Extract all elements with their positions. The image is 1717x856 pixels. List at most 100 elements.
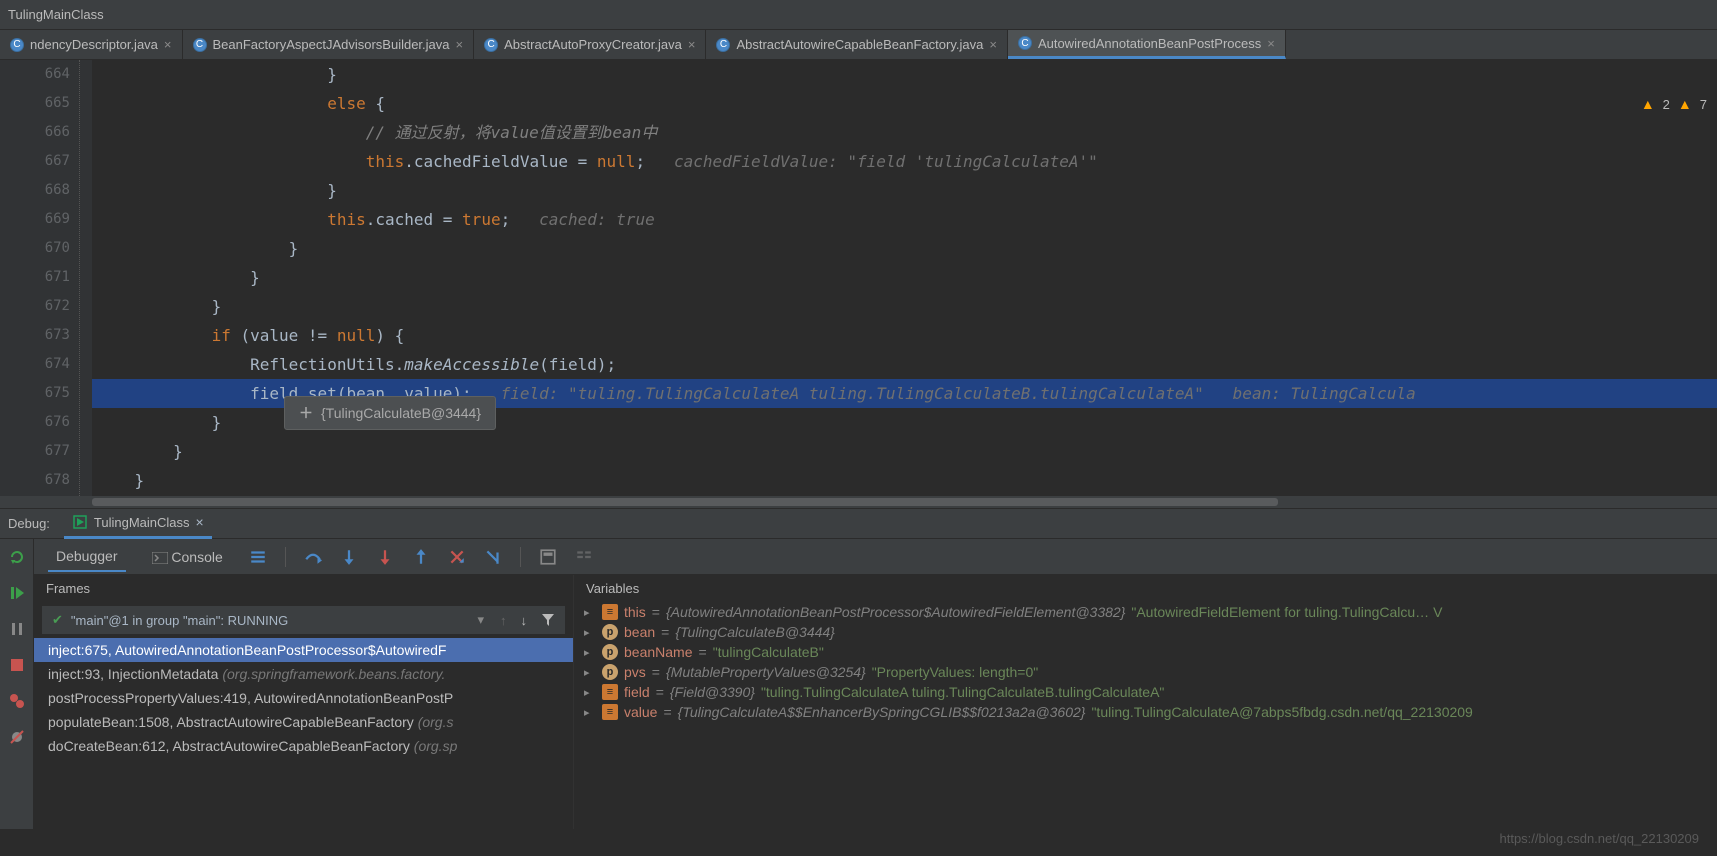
variable-row[interactable]: ▸p bean = {TulingCalculateB@3444} — [574, 622, 1717, 642]
view-breakpoints-icon[interactable] — [9, 693, 25, 709]
step-out-icon[interactable] — [412, 548, 430, 566]
rerun-icon[interactable] — [9, 549, 25, 565]
expand-icon[interactable]: ▸ — [584, 606, 596, 619]
variable-row[interactable]: ▸≡ value = {TulingCalculateA$$EnhancerBy… — [574, 702, 1717, 722]
code-line[interactable]: } — [92, 437, 1717, 466]
thread-selector[interactable]: ✔ "main"@1 in group "main": RUNNING ▾ ↑ … — [42, 606, 565, 634]
class-icon: C — [193, 38, 207, 52]
step-into-icon[interactable] — [340, 548, 358, 566]
code-line[interactable]: } — [92, 234, 1717, 263]
variable-badge: ≡ — [602, 684, 618, 700]
warning-icon: ▲ — [1641, 96, 1655, 112]
variable-row[interactable]: ▸p beanName = "tulingCalculateB" — [574, 642, 1717, 662]
file-tab[interactable]: C AbstractAutoProxyCreator.java × — [474, 30, 706, 59]
class-icon: C — [716, 38, 730, 52]
tab-label: AutowiredAnnotationBeanPostProcess — [1038, 36, 1261, 51]
code-line[interactable]: // 通过反射，将value值设置到bean中 — [92, 118, 1717, 147]
watermark: https://blog.csdn.net/qq_22130209 — [1500, 831, 1700, 846]
close-icon[interactable]: × — [196, 514, 204, 530]
frame-list[interactable]: inject:675, AutowiredAnnotationBeanPostP… — [34, 638, 573, 758]
file-tab[interactable]: C AbstractAutowireCapableBeanFactory.java… — [706, 30, 1007, 59]
stack-frame[interactable]: inject:675, AutowiredAnnotationBeanPostP… — [34, 638, 573, 662]
value-tooltip: ＋ {TulingCalculateB@3444} — [284, 396, 496, 430]
filter-icon[interactable] — [541, 613, 555, 627]
close-icon[interactable]: × — [688, 37, 696, 52]
drop-frame-icon[interactable] — [448, 548, 466, 566]
variable-row[interactable]: ▸≡ this = {AutowiredAnnotationBeanPostPr… — [574, 602, 1717, 622]
code-line[interactable]: } — [92, 176, 1717, 205]
expand-icon[interactable]: ▸ — [584, 626, 596, 639]
expand-icon[interactable]: ▸ — [584, 646, 596, 659]
class-icon: C — [484, 38, 498, 52]
step-over-icon[interactable] — [304, 548, 322, 566]
dropdown-icon[interactable]: ▾ — [477, 612, 484, 628]
expand-icon[interactable]: ▸ — [584, 706, 596, 719]
code-line[interactable]: this.cached = true; cached: true — [92, 205, 1717, 234]
mute-breakpoints-icon[interactable] — [9, 729, 25, 745]
variable-row[interactable]: ▸p pvs = {MutablePropertyValues@3254} "P… — [574, 662, 1717, 682]
next-frame-icon[interactable]: ↓ — [521, 613, 528, 628]
file-tab[interactable]: CndencyDescriptor.java× — [0, 30, 183, 59]
tooltip-text: {TulingCalculateB@3444} — [321, 405, 481, 421]
prev-frame-icon[interactable]: ↑ — [500, 613, 507, 628]
frames-panel: Frames ✔ "main"@1 in group "main": RUNNI… — [34, 575, 574, 829]
variable-name: bean — [624, 624, 655, 640]
variable-list[interactable]: ▸≡ this = {AutowiredAnnotationBeanPostPr… — [574, 602, 1717, 829]
variable-row[interactable]: ▸≡ field = {Field@3390} "tuling.TulingCa… — [574, 682, 1717, 702]
force-step-into-icon[interactable] — [376, 548, 394, 566]
stop-icon[interactable] — [9, 657, 25, 673]
horizontal-scrollbar[interactable] — [0, 496, 1717, 508]
code-line[interactable]: this.cachedFieldValue = null; cachedFiel… — [92, 147, 1717, 176]
code-editor[interactable]: 6646656666676686696706716726736746756766… — [0, 60, 1717, 496]
stack-frame[interactable]: populateBean:1508, AbstractAutowireCapab… — [34, 710, 573, 734]
class-icon: C — [1018, 36, 1032, 50]
run-config-icon — [72, 514, 88, 530]
threads-icon[interactable] — [249, 548, 267, 566]
code-line[interactable]: else { — [92, 89, 1717, 118]
expand-icon[interactable]: ▸ — [584, 686, 596, 699]
code-line[interactable]: } — [92, 292, 1717, 321]
code-line[interactable]: if (value != null) { — [92, 321, 1717, 350]
resume-icon[interactable] — [9, 585, 25, 601]
editor-tabs: CndencyDescriptor.java × C BeanFactoryAspec… — [0, 30, 1717, 60]
close-icon[interactable]: × — [164, 37, 172, 52]
code-area[interactable]: } else { // 通过反射，将value值设置到bean中 this.ca… — [92, 60, 1717, 496]
variable-name: field — [624, 684, 650, 700]
variable-name: value — [624, 704, 657, 720]
code-line[interactable]: ReflectionUtils.makeAccessible(field); — [92, 350, 1717, 379]
variable-badge: p — [602, 624, 618, 640]
file-tab[interactable]: C BeanFactoryAspectJAdvisorsBuilder.java × — [183, 30, 475, 59]
tab-label: BeanFactoryAspectJAdvisorsBuilder.java — [213, 37, 450, 52]
code-line[interactable]: } — [92, 466, 1717, 495]
variable-name: pvs — [624, 664, 646, 680]
close-icon[interactable]: × — [1267, 36, 1275, 51]
variable-badge: ≡ — [602, 604, 618, 620]
evaluate-icon[interactable] — [539, 548, 557, 566]
inspections-summary[interactable]: ▲ 2 ▲ 7 — [1641, 96, 1707, 112]
tab-label: AbstractAutoProxyCreator.java — [504, 37, 682, 52]
debugger-tab[interactable]: Debugger — [48, 542, 126, 572]
plus-icon[interactable]: ＋ — [299, 403, 313, 423]
run-config-dropdown[interactable]: TulingMainClass — [8, 7, 104, 22]
debug-title: Debug: — [8, 516, 50, 531]
console-tab[interactable]: Console — [144, 543, 231, 571]
run-to-cursor-icon[interactable] — [484, 548, 502, 566]
stack-frame[interactable]: doCreateBean:612, AbstractAutowireCapabl… — [34, 734, 573, 758]
expand-icon[interactable]: ▸ — [584, 666, 596, 679]
debug-config-tab[interactable]: TulingMainClass × — [64, 509, 212, 539]
pause-icon[interactable] — [9, 621, 25, 637]
tab-label: AbstractAutowireCapableBeanFactory.java — [736, 37, 983, 52]
stack-frame[interactable]: inject:93, InjectionMetadata (org.spring… — [34, 662, 573, 686]
close-icon[interactable]: × — [989, 37, 997, 52]
code-line[interactable]: } — [92, 263, 1717, 292]
stack-frame[interactable]: postProcessPropertyValues:419, Autowired… — [34, 686, 573, 710]
tab-label: ndencyDescriptor.java — [30, 37, 158, 52]
file-tab[interactable]: C AutowiredAnnotationBeanPostProcess × — [1008, 30, 1286, 59]
code-line[interactable]: } — [92, 60, 1717, 89]
close-icon[interactable]: × — [456, 37, 464, 52]
trace-icon[interactable] — [575, 548, 593, 566]
frames-title: Frames — [34, 575, 573, 602]
debug-panel: Debug: TulingMainClass × Debugger Consol… — [0, 508, 1717, 829]
debug-config-name: TulingMainClass — [94, 515, 190, 530]
warning-count-2: 7 — [1700, 97, 1707, 112]
